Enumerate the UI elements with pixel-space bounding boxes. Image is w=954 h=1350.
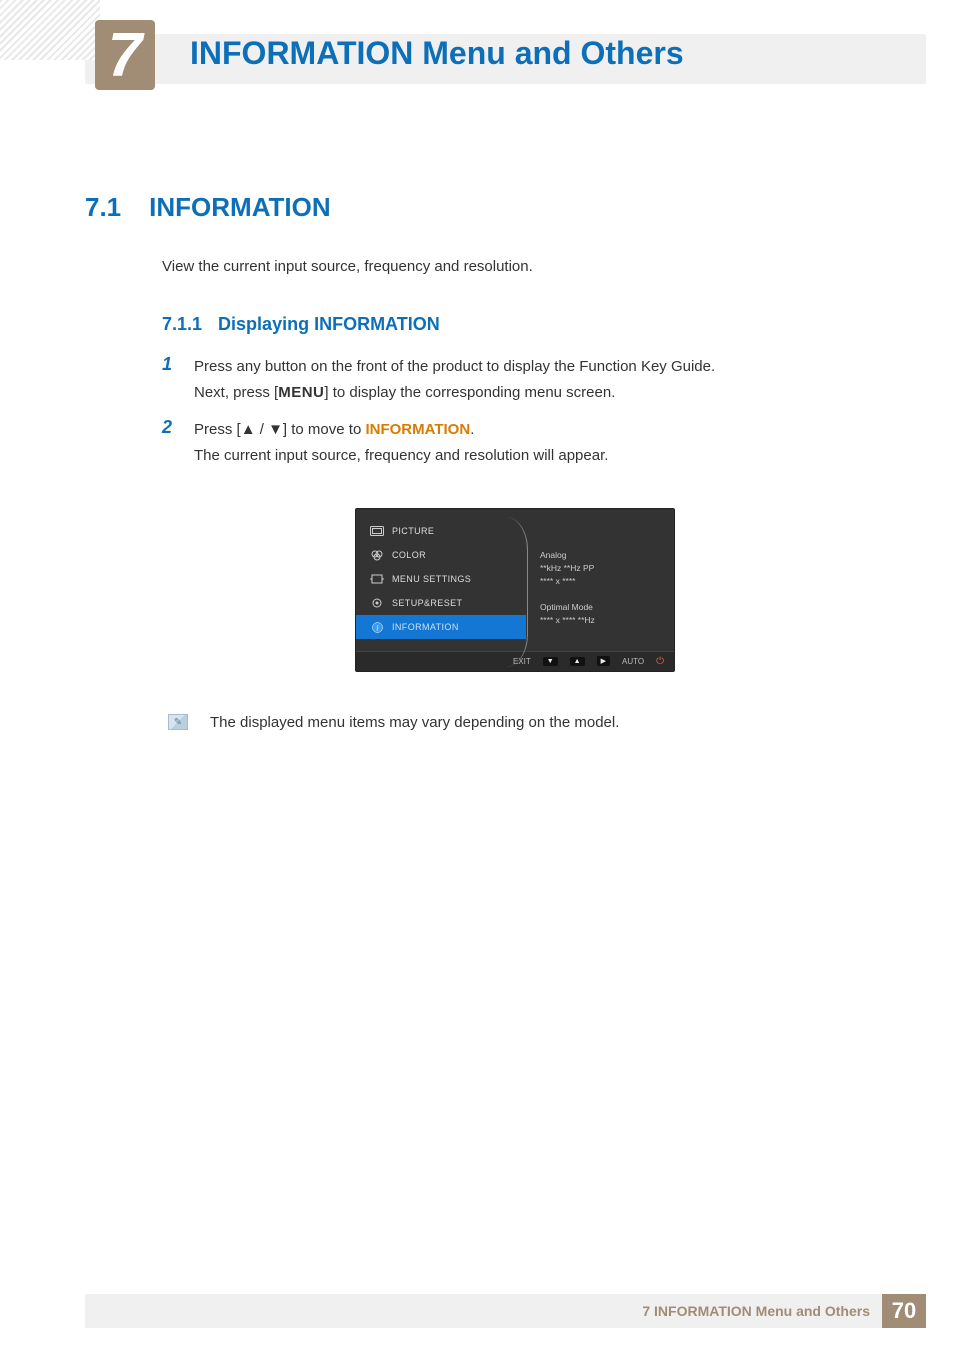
osd-item-label: INFORMATION [392,622,459,632]
subsection-number: 7.1.1 [162,314,202,335]
step-number: 2 [162,417,176,438]
information-icon: i [370,621,384,633]
step-2: 2 Press [▲ / ▼] to move to INFORMATION. … [162,417,874,468]
osd-item-label: MENU SETTINGS [392,574,471,584]
osd-footer-bar: EXIT ▼ ▲ ▶ AUTO ⏻ [356,651,674,671]
osd-auto-label: AUTO [622,657,644,666]
osd-item-label: COLOR [392,550,426,560]
note-text: The displayed menu items may vary depend… [210,714,619,731]
step-line: Press [▲ / ▼] to move to INFORMATION. [194,417,608,443]
osd-exit-label: EXIT [513,657,531,666]
step-number: 1 [162,354,176,375]
section-title: INFORMATION [149,192,331,223]
step-line: Next, press [MENU] to display the corres… [194,380,715,406]
step-line: Press any button on the front of the pro… [194,354,715,380]
step-1: 1 Press any button on the front of the p… [162,354,874,405]
steps-list: 1 Press any button on the front of the p… [162,354,874,480]
text-fragment: Next, press [ [194,384,278,401]
osd-signal-title: Analog [540,549,660,562]
section-intro: View the current input source, frequency… [162,258,533,275]
osd-signal-block: Analog **kHz **Hz PP **** x **** [540,549,660,587]
osd-mode-block: Optimal Mode **** x **** **Hz [540,601,660,627]
osd-signal-line: **kHz **Hz PP [540,562,660,575]
section-heading: 7.1 INFORMATION [85,192,331,223]
osd-item-label: PICTURE [392,526,434,536]
osd-up-button: ▲ [570,657,585,666]
osd-signal-line: **** x **** [540,575,660,588]
osd-info-panel: Analog **kHz **Hz PP **** x **** Optimal… [526,509,674,651]
step-line: The current input source, frequency and … [194,443,608,469]
up-arrow-icon: ▲ [241,417,256,443]
osd-body: PICTURE COLOR MENU SETTINGS SETUP&RESET [356,509,674,651]
color-icon [370,549,384,561]
slash: / [256,421,269,438]
page-footer: 7 INFORMATION Menu and Others 70 [85,1294,926,1328]
text-fragment: ] to display the corresponding menu scre… [324,384,615,401]
header-stripes [0,0,100,60]
picture-icon [370,525,384,537]
footer-page-number: 70 [882,1294,926,1328]
osd-menu-list: PICTURE COLOR MENU SETTINGS SETUP&RESET [356,509,526,651]
highlight-word: INFORMATION [365,421,470,438]
menu-settings-icon [370,573,384,585]
osd-item-picture: PICTURE [356,519,526,543]
menu-key-label: MENU [278,384,324,401]
subsection-title: Displaying INFORMATION [218,314,440,335]
osd-item-menusettings: MENU SETTINGS [356,567,526,591]
osd-screenshot: PICTURE COLOR MENU SETTINGS SETUP&RESET [355,508,675,672]
text-fragment: . [470,421,474,438]
section-number: 7.1 [85,192,121,223]
text-fragment: ] to move to [283,421,366,438]
text-fragment: Press [ [194,421,241,438]
setup-reset-icon [370,597,384,609]
power-icon: ⏻ [656,656,664,667]
subsection-heading: 7.1.1 Displaying INFORMATION [162,314,440,335]
osd-down-button: ▼ [543,657,558,666]
chapter-number-badge: 7 [95,20,155,90]
osd-item-information: i INFORMATION [356,615,526,639]
osd-mode-line: **** x **** **Hz [540,614,660,627]
osd-item-color: COLOR [356,543,526,567]
osd-right-button: ▶ [597,656,610,666]
svg-text:i: i [376,623,379,632]
note-icon: ✎ [168,714,188,730]
step-body: Press [▲ / ▼] to move to INFORMATION. Th… [194,417,608,468]
down-arrow-icon: ▼ [268,417,283,443]
chapter-title: INFORMATION Menu and Others [190,35,684,72]
note-row: ✎ The displayed menu items may vary depe… [168,714,619,731]
osd-item-setupreset: SETUP&RESET [356,591,526,615]
osd-item-label: SETUP&RESET [392,598,462,608]
footer-text: 7 INFORMATION Menu and Others [642,1303,870,1319]
osd-mode-title: Optimal Mode [540,601,660,614]
step-body: Press any button on the front of the pro… [194,354,715,405]
